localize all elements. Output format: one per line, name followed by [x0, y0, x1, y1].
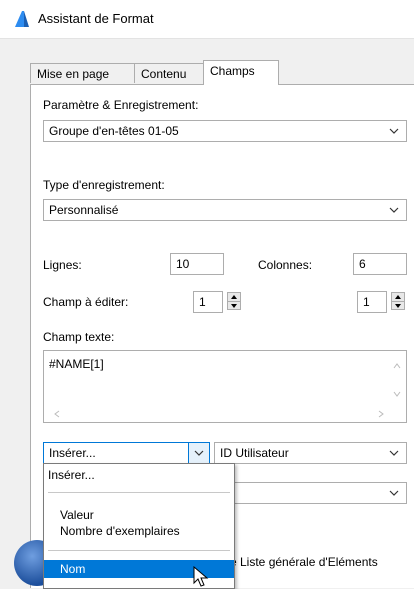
- chevron-down-icon: [194, 450, 204, 456]
- mouse-cursor-icon: [193, 566, 209, 587]
- id-value: ID Utilisateur: [220, 446, 289, 460]
- champ-edit-spinner-2[interactable]: [391, 292, 405, 310]
- colonnes-label: Colonnes:: [258, 258, 313, 272]
- colonnes-input[interactable]: 6: [353, 253, 407, 275]
- scroll-up-icon[interactable]: [392, 361, 402, 371]
- champ-edit-label: Champ à éditer:: [43, 295, 129, 309]
- tab-champs[interactable]: Champs: [203, 60, 279, 85]
- liste-generale-label: e Liste générale d'Eléments: [230, 555, 378, 569]
- menu-item-nombre-exemplaires[interactable]: Nombre d'exemplaires: [44, 524, 234, 540]
- archicad-icon: [15, 11, 29, 27]
- champ-texte-label: Champ texte:: [43, 330, 115, 344]
- tab-mise-en-page[interactable]: Mise en page: [30, 63, 135, 83]
- chevron-down-icon: [389, 450, 399, 456]
- window-title: Assistant de Format: [38, 11, 154, 26]
- menu-item-inserer[interactable]: Insérer...: [44, 468, 234, 486]
- chevron-down-icon: [389, 128, 399, 134]
- lignes-label: Lignes:: [43, 258, 82, 272]
- chevron-down-icon: [389, 490, 399, 496]
- inserer-select[interactable]: Insérer...: [43, 442, 209, 464]
- chevron-down-icon: [389, 207, 399, 213]
- type-label: Type d'enregistrement:: [43, 178, 165, 192]
- spin-up-icon[interactable]: [392, 293, 404, 302]
- inserer-value: Insérer...: [49, 446, 96, 460]
- tab-contenu[interactable]: Contenu: [134, 63, 204, 83]
- champ-edit-value-2: 1: [363, 295, 370, 309]
- menu-item-valeur[interactable]: Valeur: [44, 508, 234, 524]
- lignes-input[interactable]: 10: [170, 253, 224, 275]
- menu-separator: [48, 550, 230, 551]
- param-value: Groupe d'en-têtes 01-05: [49, 124, 179, 138]
- type-value: Personnalisé: [49, 203, 119, 217]
- champ-edit-input-2[interactable]: 1: [357, 291, 387, 313]
- type-select[interactable]: Personnalisé: [43, 199, 407, 221]
- inserer-dropdown-button[interactable]: [188, 442, 210, 464]
- scroll-down-icon[interactable]: [392, 389, 402, 399]
- spin-down-icon[interactable]: [228, 302, 240, 310]
- lignes-value: 10: [176, 257, 190, 271]
- champ-texte-area[interactable]: #NAME[1]: [43, 350, 407, 423]
- spin-down-icon[interactable]: [392, 302, 404, 310]
- spin-up-icon[interactable]: [228, 293, 240, 302]
- param-select[interactable]: Groupe d'en-têtes 01-05: [43, 120, 407, 142]
- champ-edit-spinner-1[interactable]: [227, 292, 241, 310]
- scroll-left-icon[interactable]: [52, 409, 62, 419]
- menu-separator: [48, 492, 230, 493]
- champ-texte-value: #NAME[1]: [49, 357, 104, 371]
- champ-edit-input-1[interactable]: 1: [193, 291, 223, 313]
- champ-edit-value-1: 1: [199, 295, 206, 309]
- horizontal-scrollbar[interactable]: [44, 406, 406, 422]
- id-select[interactable]: ID Utilisateur: [214, 442, 407, 464]
- title-bar: Assistant de Format: [0, 0, 414, 39]
- secondary-select[interactable]: [214, 482, 407, 504]
- scroll-right-icon[interactable]: [376, 409, 386, 419]
- param-label: Paramètre & Enregistrement:: [43, 98, 199, 112]
- colonnes-value: 6: [359, 257, 366, 271]
